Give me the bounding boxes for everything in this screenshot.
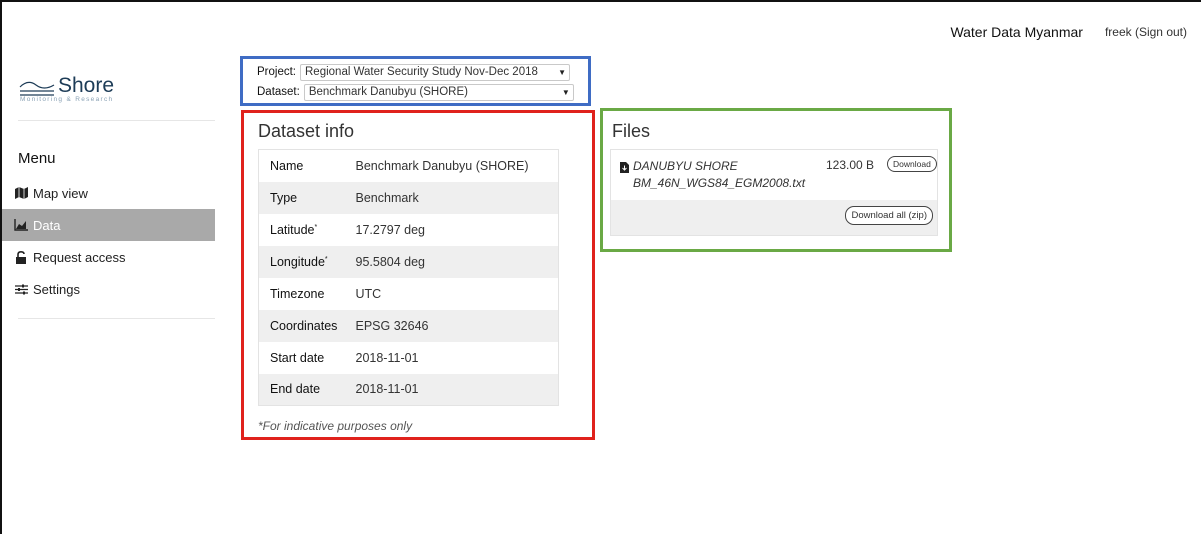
menu-item-request-access[interactable]: Request access	[2, 241, 215, 273]
download-all-button[interactable]: Download all (zip)	[845, 206, 933, 225]
table-row: Timezone UTC	[259, 278, 559, 310]
project-select-value: Regional Water Security Study Nov-Dec 20…	[305, 65, 538, 78]
footnote: *For indicative purposes only	[258, 419, 413, 433]
files-panel: Files DANUBYU SHORE BM_46N_WGS84_EGM2008…	[600, 108, 952, 252]
logo-tagline: Monitoring & Research	[20, 96, 114, 103]
info-value: EPSG 32646	[355, 318, 429, 333]
menu-item-label: Map view	[33, 185, 88, 201]
chevron-down-icon: ▼	[561, 87, 570, 97]
table-row: End date 2018-11-01	[258, 373, 559, 406]
info-value: Benchmark	[355, 190, 419, 205]
info-value: Benchmark Danubyu (SHORE)	[355, 158, 529, 173]
table-row: Latitude* 17.2797 deg	[259, 214, 559, 246]
info-key: Coordinates	[270, 318, 338, 333]
menu-item-data[interactable]: Data	[2, 209, 215, 241]
info-key: Timezone	[270, 286, 325, 301]
project-label: Project:	[257, 66, 296, 78]
menu-list: Map view Data Request access Settings	[2, 177, 215, 305]
project-row: Project: Regional Water Security Study N…	[257, 63, 588, 81]
menu-item-settings[interactable]: Settings	[2, 273, 215, 305]
info-key: Longitude	[270, 254, 325, 269]
dataset-info-panel: Dataset info Name Benchmark Danubyu (SHO…	[241, 110, 595, 440]
info-key: Name	[270, 158, 304, 173]
info-key: Start date	[270, 350, 325, 365]
dataset-label: Dataset:	[257, 86, 300, 98]
info-value: 95.5804 deg	[355, 254, 426, 269]
file-name[interactable]: DANUBYU SHORE BM_46N_WGS84_EGM2008.txt	[633, 158, 808, 192]
footnote-marker: *	[324, 255, 328, 263]
project-dataset-selectors: Project: Regional Water Security Study N…	[240, 56, 591, 106]
dataset-select[interactable]: Benchmark Danubyu (SHORE) ▼	[303, 83, 574, 101]
project-select[interactable]: Regional Water Security Study Nov-Dec 20…	[300, 63, 570, 81]
area-chart-icon	[14, 218, 28, 232]
info-key: End date	[270, 382, 321, 397]
info-key-cell: Latitude*	[259, 214, 356, 246]
table-row: Longitude* 95.5804 deg	[258, 245, 559, 278]
download-button[interactable]: Download	[887, 156, 937, 172]
table-row: Coordinates EPSG 32646	[258, 309, 559, 342]
dataset-row: Dataset: Benchmark Danubyu (SHORE) ▼	[257, 83, 588, 101]
file-icon	[620, 160, 629, 178]
menu-item-label: Request access	[33, 249, 126, 265]
menu-title: Menu	[18, 150, 56, 167]
files-footer: Download all (zip)	[611, 200, 937, 235]
info-key: Type	[270, 190, 298, 205]
table-row: Name Benchmark Danubyu (SHORE)	[259, 150, 559, 182]
logo-wordmark: Shore	[58, 74, 115, 97]
info-value: 2018-11-01	[355, 382, 419, 397]
sign-out-link[interactable]: freek (Sign out)	[1105, 25, 1187, 39]
list-item: DANUBYU SHORE BM_46N_WGS84_EGM2008.txt 1…	[611, 150, 937, 200]
footnote-marker: *	[314, 223, 318, 231]
sidebar-divider	[18, 318, 215, 319]
dataset-select-value: Benchmark Danubyu (SHORE)	[308, 85, 468, 98]
waves-icon	[19, 81, 55, 96]
sliders-icon	[14, 282, 28, 296]
dataset-info-table: Name Benchmark Danubyu (SHORE) Type Benc…	[258, 149, 559, 406]
files-title: Files	[612, 121, 651, 141]
info-value: 17.2797 deg	[355, 222, 426, 237]
table-row: Start date 2018-11-01	[259, 342, 559, 374]
chevron-down-icon: ▼	[558, 67, 566, 77]
dataset-info-title: Dataset info	[258, 121, 355, 141]
table-row: Type Benchmark	[258, 181, 559, 214]
info-key: Latitude	[270, 222, 315, 237]
menu-item-label: Data	[33, 217, 61, 233]
map-icon	[14, 186, 28, 200]
sidebar: Shore Monitoring & Research Menu Map vie…	[2, 2, 215, 534]
files-list: DANUBYU SHORE BM_46N_WGS84_EGM2008.txt 1…	[610, 149, 938, 236]
top-bar: Water Data Myanmar freek (Sign out)	[950, 24, 1187, 40]
menu-item-map-view[interactable]: Map view	[2, 177, 215, 209]
info-key-cell: Longitude*	[259, 246, 356, 278]
lock-icon	[14, 250, 28, 264]
site-title[interactable]: Water Data Myanmar	[950, 24, 1083, 40]
menu-item-label: Settings	[33, 281, 80, 297]
info-value: 2018-11-01	[355, 350, 419, 365]
file-size: 123.00 B	[826, 158, 875, 172]
sidebar-divider	[18, 120, 215, 121]
info-value: UTC	[355, 286, 382, 301]
